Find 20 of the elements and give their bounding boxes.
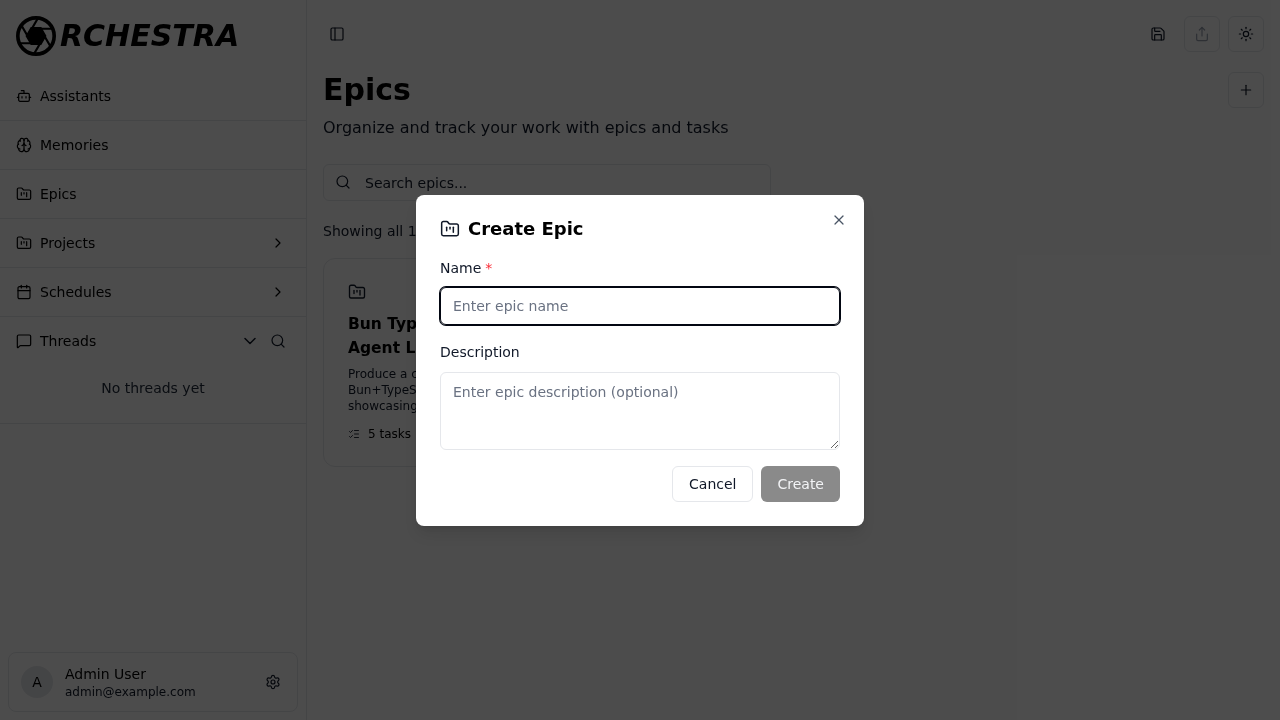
folder-icon [440, 218, 460, 239]
results-count-text: Showing all 1 [323, 222, 417, 241]
empty-state-text: No threads yet [101, 379, 205, 398]
epic-description-line: Bun+TypeS [348, 382, 417, 398]
page-title: Epics [323, 72, 411, 108]
cancel-button[interactable]: Cancel [672, 465, 754, 502]
user-name: Admin User [65, 665, 146, 684]
epic-title-line: Bun Typ [348, 314, 418, 335]
epic-title-line: Agent L [348, 338, 416, 359]
user-email: admin@example.com [65, 684, 196, 700]
task-count-text: 5 tasks [368, 426, 411, 442]
page-subtitle: Organize and track your work with epics and tasks [323, 117, 729, 139]
epic-description-line: showcasing [348, 398, 418, 414]
logo-text: RCHESTRA [60, 21, 240, 51]
field-label: Name [440, 260, 482, 275]
field-label: Description [440, 344, 520, 359]
required-asterisk: * [485, 260, 493, 275]
description-textarea[interactable]: Enter epic description (optional) [440, 371, 840, 450]
name-input[interactable]: Enter epic name [440, 286, 840, 325]
dialog-title: Create Epic [468, 218, 584, 239]
